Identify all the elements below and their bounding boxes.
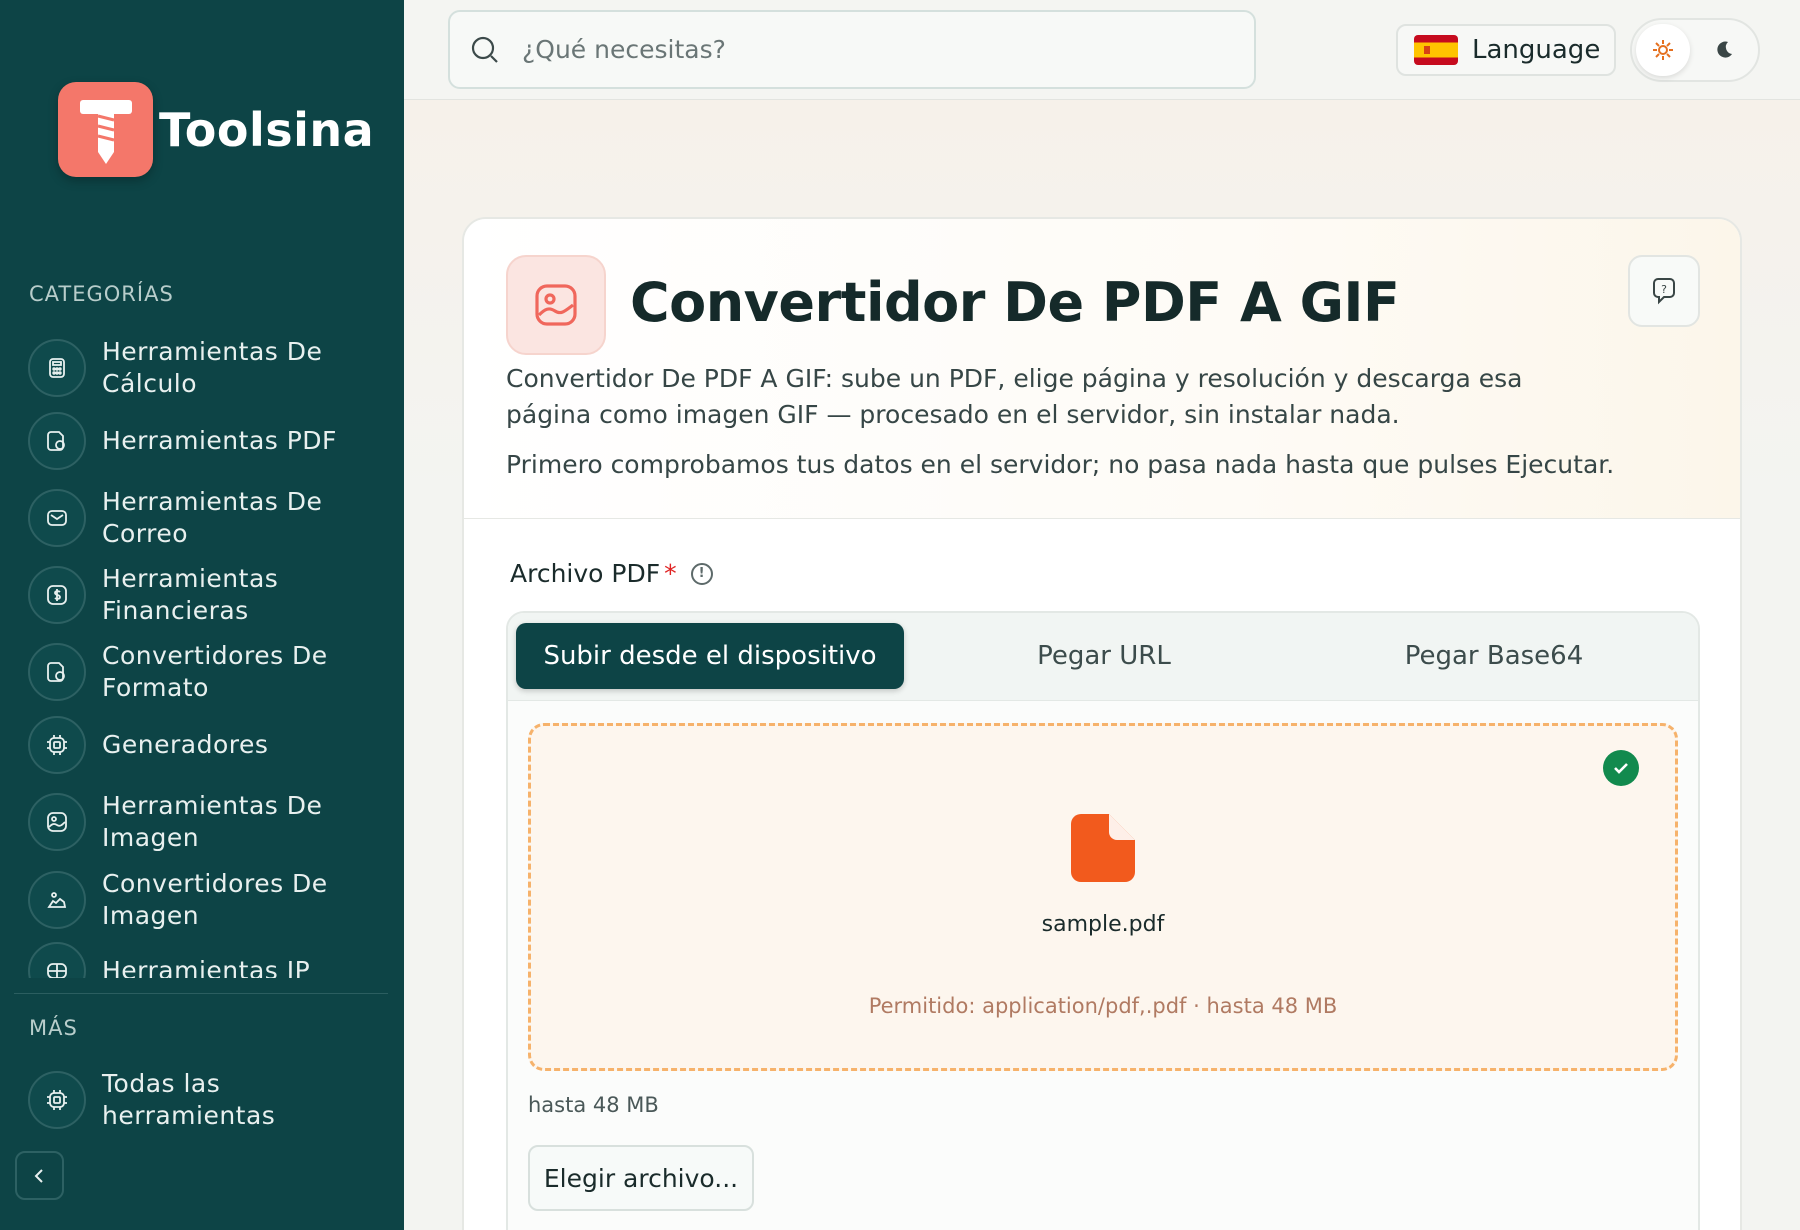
- sidebar-item-label: Generadores: [102, 730, 269, 759]
- network-icon: [28, 942, 86, 978]
- sidebar-item-label: Herramientas De Imagen: [102, 791, 323, 852]
- choose-file-button[interactable]: Elegir archivo...: [528, 1145, 754, 1211]
- sidebar-item-formato[interactable]: Convertidores De Formato: [28, 640, 388, 704]
- upload-panel: Subir desde el dispositivo Pegar URL Peg…: [506, 611, 1700, 1230]
- tool-note: Primero comprobamos tus datos en el serv…: [506, 450, 1615, 479]
- language-label: Language: [1472, 35, 1601, 65]
- more-title: MÁS: [29, 1016, 78, 1040]
- convert-icon: [28, 643, 86, 701]
- sidebar-item-label: Herramientas Financieras: [102, 564, 279, 625]
- sidebar-item-label: Herramientas De Correo: [102, 487, 323, 548]
- sidebar-item-label: Convertidores De Formato: [102, 641, 328, 702]
- required-mark: *: [664, 559, 677, 588]
- sidebar-item-pdf[interactable]: Herramientas PDF: [28, 412, 388, 470]
- tab-paste-base64[interactable]: Pegar Base64: [1306, 623, 1682, 689]
- chevron-left-icon: [34, 1168, 43, 1183]
- theme-toggle[interactable]: [1630, 18, 1760, 82]
- pdf-icon: [28, 412, 86, 470]
- sidebar-item-financieras[interactable]: Herramientas Financieras: [28, 563, 388, 627]
- tab-upload-device[interactable]: Subir desde el dispositivo: [516, 623, 904, 689]
- size-note: hasta 48 MB: [528, 1093, 659, 1117]
- sidebar-item-generadores[interactable]: Generadores: [28, 716, 388, 774]
- svg-text:?: ?: [1661, 283, 1667, 296]
- logo[interactable]: Toolsina: [58, 82, 374, 177]
- page-title: Convertidor De PDF A GIF: [630, 271, 1400, 334]
- file-name: sample.pdf: [1041, 912, 1165, 937]
- sidebar: Toolsina CATEGORÍAS Herramientas De Cálcu…: [0, 0, 404, 1230]
- image-icon: [506, 255, 606, 355]
- sidebar-item-correo[interactable]: Herramientas De Correo: [28, 486, 388, 550]
- search-placeholder: ¿Qué necesitas?: [522, 35, 726, 64]
- brand-name: Toolsina: [159, 102, 375, 157]
- field-label: Archivo PDF * !: [510, 559, 713, 588]
- info-icon[interactable]: !: [690, 562, 713, 585]
- sidebar-item-label: Todas las herramientas: [102, 1069, 276, 1130]
- sidebar-item-calculo[interactable]: Herramientas De Cálculo: [28, 336, 388, 400]
- sidebar-item-todas[interactable]: Todas las herramientas: [28, 1068, 388, 1132]
- check-icon: [1603, 750, 1639, 786]
- collapse-sidebar-button[interactable]: [15, 1151, 64, 1200]
- sun-icon[interactable]: [1636, 24, 1690, 76]
- sidebar-item-imagen[interactable]: Herramientas De Imagen: [28, 790, 388, 854]
- image-convert-icon: [28, 871, 86, 929]
- tool-description: Convertidor De PDF A GIF: sube un PDF, e…: [506, 364, 1523, 429]
- dollar-icon: [28, 566, 86, 624]
- allowed-types: Permitido: application/pdf,.pdf · hasta …: [868, 994, 1338, 1018]
- sidebar-item-label: Herramientas De Cálculo: [102, 337, 323, 398]
- sidebar-item-label: Herramientas PDF: [102, 426, 337, 455]
- sidebar-item-ip[interactable]: Herramientas IP: [28, 942, 388, 978]
- help-button[interactable]: ?: [1628, 255, 1700, 327]
- tool-card: Convertidor De PDF A GIF ? Convertidor D…: [462, 217, 1742, 1230]
- mail-icon: [28, 489, 86, 547]
- file-dropzone[interactable]: sample.pdf Permitido: application/pdf,.p…: [528, 723, 1678, 1071]
- topbar: ¿Qué necesitas? Language: [404, 0, 1800, 100]
- file-icon: [1069, 812, 1137, 888]
- sidebar-item-convertidores-imagen[interactable]: Convertidores De Imagen: [28, 868, 388, 932]
- sidebar-item-label: Convertidores De Imagen: [102, 869, 328, 930]
- language-button[interactable]: Language: [1396, 24, 1616, 76]
- chip-icon: [28, 716, 86, 774]
- calculator-icon: [28, 339, 86, 397]
- categories-title: CATEGORÍAS: [29, 282, 174, 306]
- sidebar-divider: [14, 993, 388, 994]
- chip-icon: [28, 1071, 86, 1129]
- help-chat-icon: ?: [1653, 278, 1675, 305]
- tab-paste-url[interactable]: Pegar URL: [916, 623, 1292, 689]
- spain-flag-icon: [1414, 35, 1458, 65]
- sidebar-item-label: Herramientas IP: [102, 956, 311, 978]
- logo-mark: [58, 82, 153, 177]
- search-icon: [471, 36, 498, 63]
- image-icon: [28, 793, 86, 851]
- search-input[interactable]: ¿Qué necesitas?: [448, 10, 1256, 89]
- upload-tabs: Subir desde el dispositivo Pegar URL Peg…: [508, 613, 1698, 701]
- moon-icon[interactable]: [1706, 32, 1742, 68]
- tool-header: Convertidor De PDF A GIF ? Convertidor D…: [464, 219, 1740, 519]
- category-list: Herramientas De Cálculo Herramientas PDF …: [0, 320, 404, 978]
